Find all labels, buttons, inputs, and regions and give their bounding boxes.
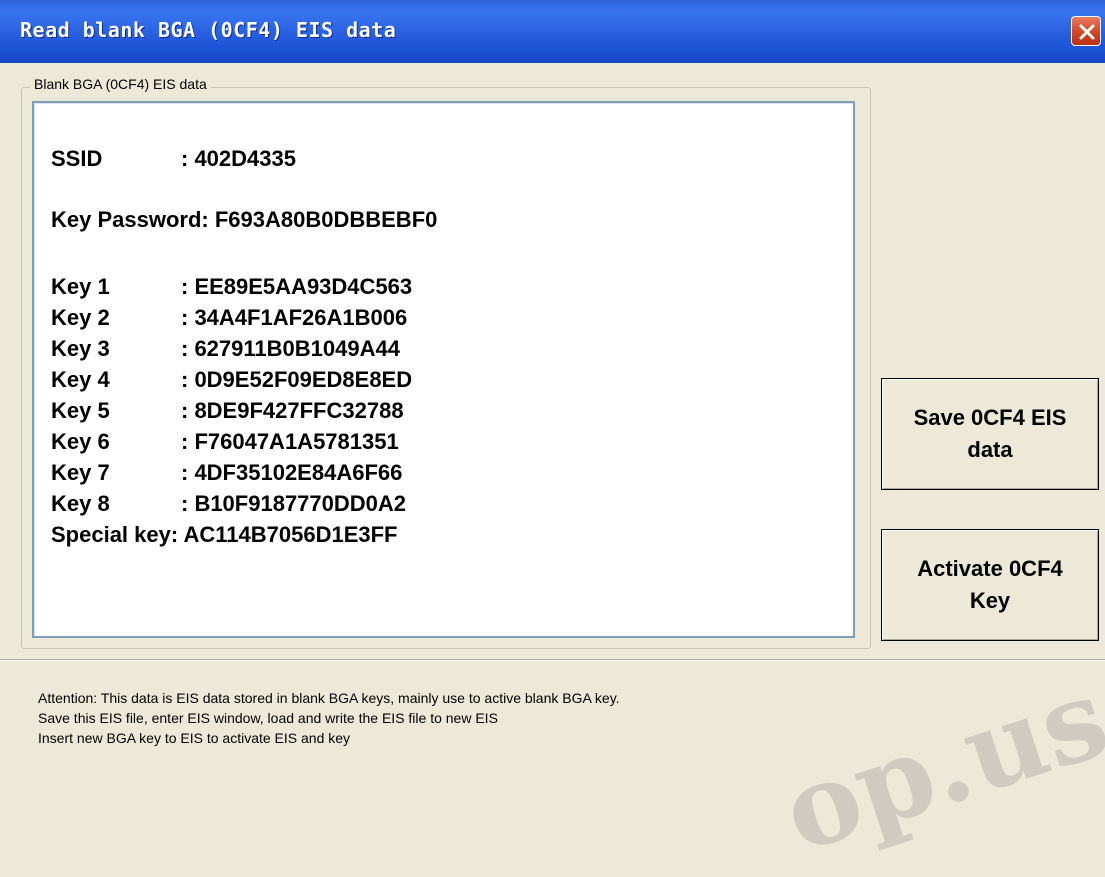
key-value: : 0D9E52F09ED8E8ED [181,367,413,392]
key-label: Key 8 [51,491,110,516]
close-button[interactable] [1071,16,1101,46]
save-button-line1: Save 0CF4 EIS [913,405,1067,430]
activate-key-button[interactable]: Activate 0CF4 Key [881,529,1099,641]
save-eis-button[interactable]: Save 0CF4 EIS data [881,378,1099,490]
groupbox-legend: Blank BGA (0CF4) EIS data [30,76,211,92]
watermark: op.us [768,652,1105,877]
special-key-row: Special key: AC114B7056D1E3FF [51,522,398,547]
key-value: : 34A4F1AF26A1B006 [181,305,408,330]
key-label: Key 4 [51,367,110,392]
key-label: Key 6 [51,429,110,454]
key-label: Key 5 [51,398,110,423]
window-title: Read blank BGA (0CF4) EIS data [20,18,397,42]
ssid-label: SSID [51,146,103,171]
key-value: : EE89E5AA93D4C563 [181,274,413,299]
key-value: : 8DE9F427FFC32788 [181,398,404,423]
activate-button-line1: Activate 0CF4 [917,556,1063,581]
close-icon [1079,24,1095,40]
key-value: : F76047A1A5781351 [181,429,399,454]
divider [0,660,1105,661]
key-value: : B10F9187770DD0A2 [181,491,407,516]
attention-line: Attention: This data is EIS data stored … [38,690,620,706]
ssid-value: : 402D4335 [181,146,296,171]
attention-line: Save this EIS file, enter EIS window, lo… [38,710,498,726]
activate-button-line2: Key [969,588,1011,613]
attention-line: Insert new BGA key to EIS to activate EI… [38,730,351,746]
key-password-row: Key Password: F693A80B0DBBEBF0 [51,207,438,232]
key-label: Key 3 [51,336,110,361]
key-value: : 627911B0B1049A44 [181,336,400,361]
key-label: Key 2 [51,305,110,330]
title-bar[interactable]: Read blank BGA (0CF4) EIS data [0,0,1105,63]
eis-data-textbox[interactable]: SSID : 402D4335 Key Password: F693A80B0D… [32,101,855,638]
key-value: : 4DF35102E84A6F66 [181,460,403,485]
key-label: Key 1 [51,274,110,299]
key-label: Key 7 [51,460,110,485]
save-button-line2: data [967,437,1013,462]
